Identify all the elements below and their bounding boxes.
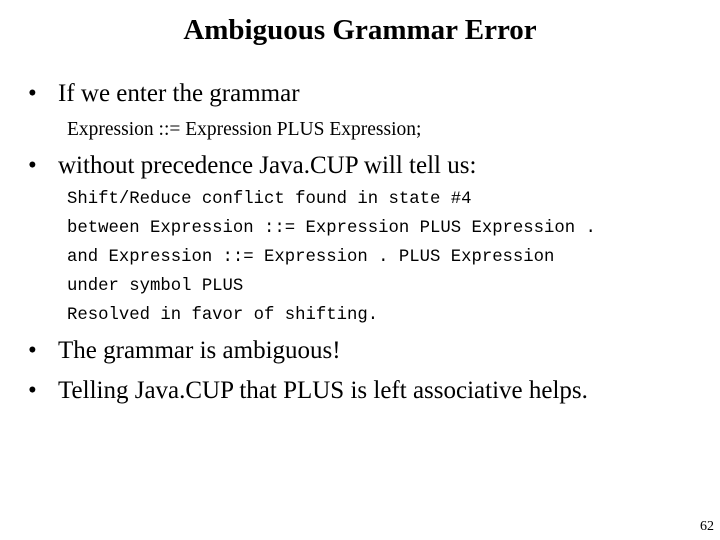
bullet-icon: •	[28, 152, 37, 179]
bullet-item: • If we enter the grammar	[28, 80, 300, 108]
bullet-item: • without precedence Java.CUP will tell u…	[28, 152, 476, 180]
bullet-icon: •	[28, 80, 37, 107]
conflict-line: between Expression ::= Expression PLUS E…	[67, 219, 596, 238]
bullet-icon: •	[28, 337, 37, 364]
bullet-item: • The grammar is ambiguous!	[28, 337, 341, 365]
bullet-icon: •	[28, 377, 37, 404]
page-number: 62	[700, 519, 714, 534]
bullet-text: without precedence Java.CUP will tell us…	[58, 152, 477, 179]
bullet-item: • Telling Java.CUP that PLUS is left asso…	[28, 377, 588, 405]
conflict-line: Resolved in favor of shifting.	[67, 306, 379, 325]
slide-title: Ambiguous Grammar Error	[183, 14, 537, 46]
conflict-line: under symbol PLUS	[67, 277, 244, 296]
conflict-line: Shift/Reduce conflict found in state #4	[67, 190, 472, 209]
grammar-rule: Expression ::= Expression PLUS Expressio…	[67, 119, 422, 140]
bullet-text: Telling Java.CUP that PLUS is left assoc…	[58, 377, 588, 404]
bullet-text: If we enter the grammar	[58, 80, 300, 107]
conflict-line: and Expression ::= Expression . PLUS Exp…	[67, 248, 555, 267]
bullet-text: The grammar is ambiguous!	[58, 337, 341, 364]
